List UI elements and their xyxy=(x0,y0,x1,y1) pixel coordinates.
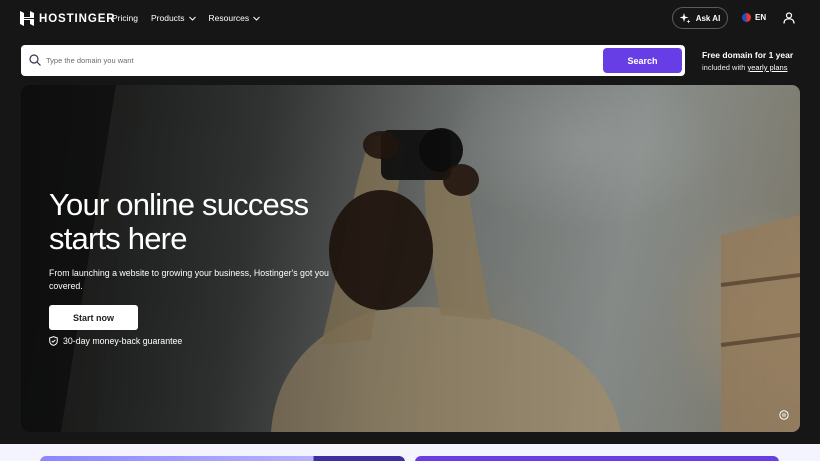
next-section xyxy=(0,444,820,461)
main-nav: Pricing Products Resources xyxy=(112,13,261,23)
nav-item-products[interactable]: Products xyxy=(151,13,196,23)
promo-title: Free domain for 1 year xyxy=(702,50,794,60)
ask-ai-button[interactable]: Ask AI xyxy=(672,7,728,29)
language-code: EN xyxy=(755,13,767,22)
search-icon xyxy=(29,54,41,66)
chevron-down-icon xyxy=(188,16,196,21)
search-button[interactable]: Search xyxy=(603,48,682,73)
hero-subtitle: From launching a website to growing your… xyxy=(49,268,329,291)
money-back-guarantee: 30-day money-back guarantee xyxy=(49,336,182,346)
user-icon[interactable] xyxy=(783,12,795,24)
top-nav: HOSTINGER Pricing Products Resources Ask… xyxy=(0,0,820,37)
language-selector[interactable]: EN xyxy=(742,13,766,22)
shield-check-icon xyxy=(49,336,58,346)
feature-card xyxy=(415,456,779,461)
domain-search-input[interactable] xyxy=(46,51,606,70)
sparkle-icon xyxy=(679,12,691,23)
yearly-plans-link[interactable]: yearly plans xyxy=(747,63,787,72)
hero-title-line: starts here xyxy=(49,221,187,256)
pause-icon[interactable] xyxy=(779,410,789,420)
start-now-button[interactable]: Start now xyxy=(49,305,138,330)
ask-ai-label: Ask AI xyxy=(695,13,721,23)
domain-search-bar: Search xyxy=(21,45,685,76)
nav-item-label: Resources xyxy=(208,13,250,23)
brand-logo[interactable]: HOSTINGER xyxy=(20,11,115,26)
feature-card xyxy=(40,456,405,461)
promo-prefix: included with xyxy=(702,63,746,72)
flag-icon xyxy=(742,13,751,22)
guarantee-text: 30-day money-back guarantee xyxy=(63,336,183,346)
brand-name: HOSTINGER xyxy=(39,12,116,25)
promo-subtitle: included with yearly plans xyxy=(702,63,793,72)
page: HOSTINGER Pricing Products Resources Ask… xyxy=(0,0,820,461)
nav-item-label: Pricing xyxy=(112,13,138,23)
nav-item-pricing[interactable]: Pricing xyxy=(112,13,138,23)
hero-banner: Your online success starts here From lau… xyxy=(21,85,800,432)
chevron-down-icon xyxy=(253,16,261,21)
nav-item-resources[interactable]: Resources xyxy=(209,13,261,23)
nav-item-label: Products xyxy=(150,13,185,23)
hero-title-line: Your online success xyxy=(49,187,309,222)
hero-title: Your online success starts here xyxy=(49,188,349,256)
free-domain-promo: Free domain for 1 year included with yea… xyxy=(702,50,793,72)
hostinger-logo-icon xyxy=(20,11,34,26)
hero-overlay xyxy=(21,85,800,432)
